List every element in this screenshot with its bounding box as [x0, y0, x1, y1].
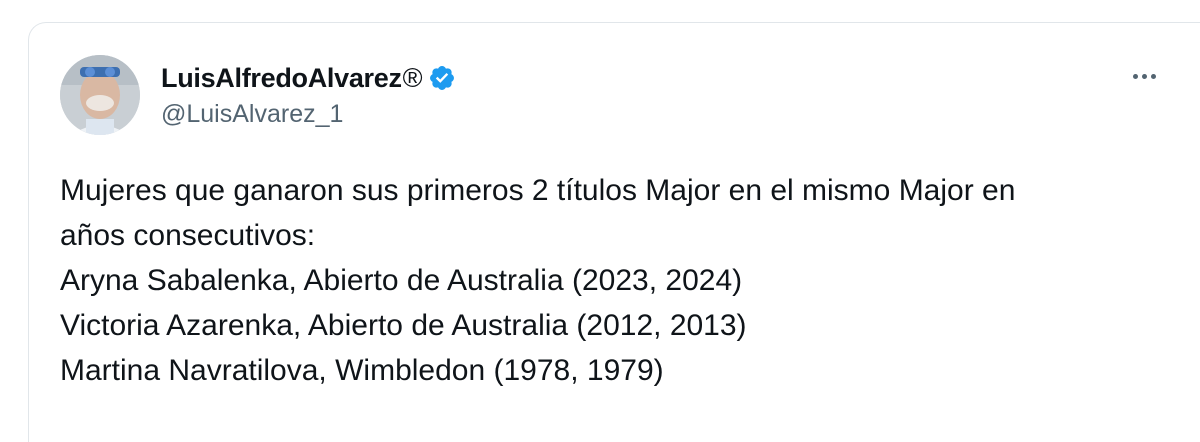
avatar-image — [60, 55, 140, 135]
tweet-text-line: Martina Navratilova, Wimbledon (1978, 19… — [60, 354, 664, 387]
dot — [1132, 73, 1138, 79]
author-name-row[interactable]: LuisAlfredoAlvarez ® — [161, 61, 456, 95]
tweet-text-line: años consecutivos: — [60, 219, 316, 252]
dot — [1141, 73, 1147, 79]
author-handle[interactable]: @LuisAlvarez_1 — [161, 100, 343, 129]
registered-mark: ® — [402, 62, 423, 93]
tweet-text-line: Aryna Sabalenka, Abierto de Australia (2… — [60, 264, 743, 297]
avatar[interactable] — [60, 55, 140, 135]
tweet-text: Mujeres que ganaron sus primeros 2 títul… — [60, 168, 1140, 393]
ellipsis-icon[interactable] — [1124, 64, 1164, 88]
author-display-name[interactable]: LuisAlfredoAlvarez — [161, 63, 402, 94]
dot — [1150, 73, 1156, 79]
tweet-text-line: Mujeres que ganaron sus primeros 2 títul… — [60, 174, 1016, 207]
tweet-text-line: Victoria Azarenka, Abierto de Australia … — [60, 309, 747, 342]
verified-badge-icon — [428, 64, 456, 92]
